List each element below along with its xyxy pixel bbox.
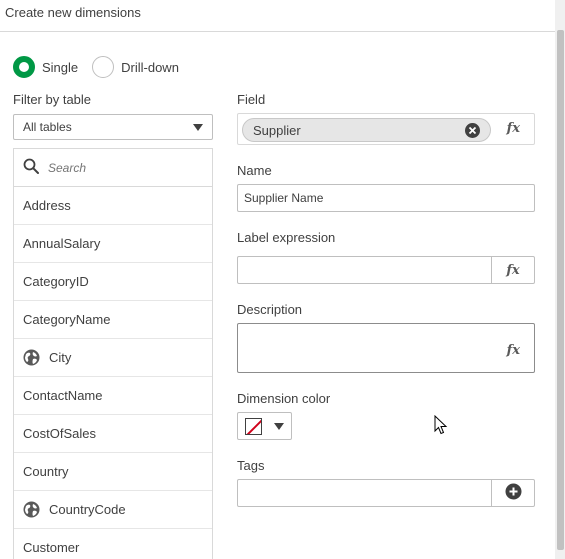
globe-icon [23,501,40,518]
dialog-title: Create new dimensions [5,5,141,20]
field-list-item[interactable]: CountryCode [14,491,212,529]
field-list-item-label: Customer [23,540,80,555]
scrollbar-thumb[interactable] [557,30,564,550]
fx-icon: fx [506,262,520,278]
table-filter-value: All tables [23,120,72,134]
tags-label: Tags [237,458,265,473]
clear-icon[interactable] [465,123,480,138]
field-list-item-label: CountryCode [49,502,126,517]
field-list-item[interactable]: Customer [14,529,212,559]
field-list-item-label: City [49,350,72,365]
field-list: Address AnnualSalary CategoryID CategoryNam… [13,148,213,559]
tags-input[interactable] [238,480,492,506]
field-list-item-label: Address [23,198,71,213]
field-list-item[interactable]: AnnualSalary [14,225,212,263]
label-expression-field: fx [237,256,535,284]
field-list-item[interactable]: Country [14,453,212,491]
radio-drill-down-indicator[interactable] [92,56,115,78]
search-input[interactable] [48,160,198,175]
radio-single[interactable]: Single [13,56,78,78]
field-chip-value: Supplier [253,122,301,138]
field-label: Field [237,92,266,107]
name-label: Name [237,163,272,178]
plus-circle-icon [505,483,522,503]
chevron-down-icon [274,422,284,430]
mouse-pointer-icon [434,414,448,438]
radio-drill-down[interactable]: Drill-down [92,56,179,78]
field-selector[interactable]: Supplier fx [237,113,535,145]
field-list-item[interactable]: CategoryName [14,301,212,339]
label-expression-label: Label expression [237,230,336,245]
globe-icon [23,349,40,366]
name-field [237,184,535,212]
search-icon [23,158,39,177]
radio-single-label: Single [42,59,79,75]
dimension-color-label: Dimension color [237,391,331,406]
label-expression-input[interactable] [238,257,492,283]
field-list-item-label: ContactName [23,388,103,403]
dialog-header: Create new dimensions [0,0,555,32]
field-list-item[interactable]: Address [14,187,212,225]
add-tag-button[interactable] [491,480,534,506]
no-color-swatch-icon [245,417,262,435]
dimension-color-picker[interactable] [237,412,292,440]
filter-by-table-label: Filter by table [13,92,92,107]
field-chip: Supplier [242,118,491,142]
radio-single-indicator[interactable] [13,56,35,78]
field-list-item-label: Country [23,464,69,479]
radio-drill-down-label: Drill-down [121,59,179,75]
description-textarea[interactable]: fx [237,323,535,373]
field-list-item-label: CategoryID [23,274,89,289]
tags-field [237,479,535,507]
description-label: Description [237,302,303,317]
field-list-item[interactable]: ContactName [14,377,212,415]
field-expression-button[interactable]: fx [507,121,520,136]
field-list-item-label: CostOfSales [23,426,96,441]
field-search[interactable] [14,149,212,187]
field-list-item-label: CategoryName [23,312,111,327]
field-list-item[interactable]: CostOfSales [14,415,212,453]
description-fx-button[interactable]: fx [507,343,520,358]
label-expression-fx-button[interactable]: fx [491,257,534,283]
field-list-item-label: AnnualSalary [23,236,101,251]
field-list-item[interactable]: City [14,339,212,377]
name-input[interactable] [238,185,534,211]
dimension-type-group: Single Drill-down [13,55,193,79]
field-list-item[interactable]: CategoryID [14,263,212,301]
table-filter-select[interactable]: All tables [13,114,213,140]
chevron-down-icon [193,124,203,131]
